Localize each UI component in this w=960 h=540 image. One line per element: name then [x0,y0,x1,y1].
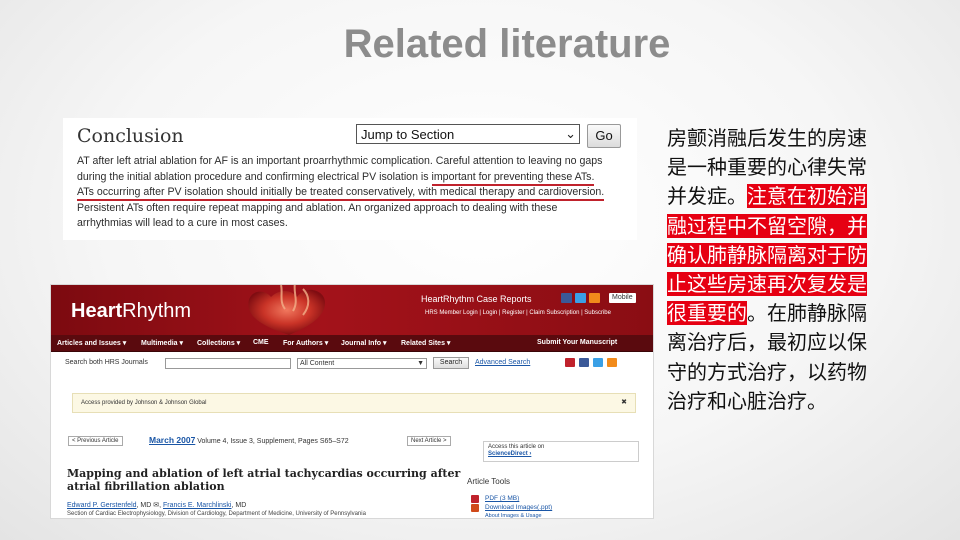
search-input[interactable] [165,358,291,369]
issue-info: March 2007 Volume 4, Issue 3, Supplement… [149,435,349,445]
close-icon[interactable]: ✖ [621,398,627,406]
rss-icon[interactable] [589,293,600,303]
author-link[interactable]: Francis E. Marchlinski [163,502,231,509]
facebook-share-icon[interactable] [579,358,589,367]
download-images-link[interactable]: Download Images(.ppt) [485,504,552,511]
access-notice: Access provided by Johnson & Johnson Glo… [72,393,636,413]
article-tools-heading: Article Tools [467,477,510,486]
summary-line: 很重要的。在肺静脉隔 [667,299,913,328]
summary-text: 离治疗后，最初应以保 [667,330,867,355]
nav-item[interactable]: Articles and Issues ▾ [57,339,126,347]
nav-item[interactable]: Submit Your Manuscript [537,339,617,346]
summary-line: 并发症。注意在初始消 [667,182,913,211]
advanced-search-link[interactable]: Advanced Search [475,359,530,366]
jump-select-value: Jump to Section [361,127,455,142]
summary-text: 。在肺静脉隔 [747,301,867,326]
search-scope-value: All Content [300,360,335,367]
mail-icon[interactable] [565,358,575,367]
conclusion-line: ATs occurring after PV isolation should … [77,185,633,201]
issue-date-link[interactable]: March 2007 [149,435,195,445]
logo-bold: Heart [71,300,123,322]
conclusion-text: Persistent ATs often require repeat mapp… [77,201,558,214]
nav-item[interactable]: CME [253,339,269,346]
search-bar: Search both HRS Journals All Content ▼ S… [51,353,653,373]
journal-nav: Articles and Issues ▾ Multimedia ▾ Collect… [51,335,653,352]
author-link[interactable]: Edward P. Gerstenfeld [67,502,137,509]
article-authors: Edward P. Gerstenfeld, MD ✉, Francis E. … [67,502,247,509]
summary-line: 确认肺静脉隔离对于防 [667,241,913,270]
next-article-button[interactable]: Next Article > [407,436,451,446]
summary-text: 治疗和心脏治疗。 [667,388,827,413]
mobile-button[interactable]: Mobile [609,293,636,303]
conclusion-text: AT after left atrial ablation for AF is … [77,155,603,167]
nav-item[interactable]: Multimedia ▾ [141,339,183,347]
search-scope-select[interactable]: All Content ▼ [297,358,427,369]
summary-line: 止这些房速再次复发是 [667,270,913,299]
conclusion-line: arrhythmias will lead to a cure in most … [77,216,633,232]
issue-details: Volume 4, Issue 3, Supplement, Pages S65… [195,438,349,445]
go-button[interactable]: Go [587,124,621,148]
pdf-icon [471,495,479,503]
slide-title: Related literature [343,22,671,66]
search-button[interactable]: Search [433,357,469,369]
highlighted-text: 很重要的 [667,301,747,326]
nav-item[interactable]: Related Sites ▾ [401,339,450,347]
search-label: Search both HRS Journals [65,359,148,366]
conclusion-screenshot: Conclusion Jump to Section ⌄ Go AT after… [63,118,637,240]
jump-to-section-select[interactable]: Jump to Section ⌄ [356,124,580,144]
twitter-icon[interactable] [575,293,586,303]
heart-illustration-icon [248,285,325,335]
journal-logo[interactable]: HeartRhythm [71,300,191,323]
conclusion-line: during the initial ablation procedure an… [77,170,633,186]
ppt-icon [471,504,479,512]
summary-text: 守的方式治疗，以药物 [667,359,867,384]
chevron-down-icon: ▼ [417,360,424,367]
sciencedirect-box[interactable]: Access this article on ScienceDirect › [483,441,639,462]
case-reports-link[interactable]: HeartRhythm Case Reports [421,294,532,304]
conclusion-text: during the initial ablation procedure an… [77,170,432,183]
sciencedirect-link[interactable]: ScienceDirect › [488,451,634,458]
underlined-text: ATs occurring after PV isolation should … [77,186,605,201]
nav-item[interactable]: Collections ▾ [197,339,240,347]
sd-prefix: Access this article on [488,444,545,450]
author-suffix: , MD [231,502,247,509]
highlighted-text: 注意在初始消 [747,184,867,209]
chevron-down-icon: ⌄ [565,126,576,141]
summary-text: 是一种重要的心律失常 [667,155,867,180]
logo-rest: Rhythm [122,300,192,322]
nav-item[interactable]: Journal Info ▾ [341,339,387,347]
conclusion-line: AT after left atrial ablation for AF is … [77,154,633,170]
highlighted-text: 确认肺静脉隔离对于防 [667,242,867,267]
conclusion-body: AT after left atrial ablation for AF is … [77,154,633,232]
journal-banner: HeartRhythm HeartRhythm Case Reports Mob… [51,285,653,335]
facebook-icon[interactable] [561,293,572,303]
summary-line: 守的方式治疗，以药物 [667,358,913,387]
previous-article-button[interactable]: < Previous Article [68,436,123,446]
twitter-share-icon[interactable] [593,358,603,367]
summary-line: 融过程中不留空隙，并 [667,212,913,241]
nav-item[interactable]: For Authors ▾ [283,339,328,347]
chinese-summary: 房颤消融后发生的房速 是一种重要的心律失常 并发症。注意在初始消 融过程中不留空隙，并… [667,124,913,416]
access-text: Access provided by Johnson & Johnson Glo… [81,400,207,406]
author-suffix: , MD [136,502,152,509]
highlighted-text: 融过程中不留空隙，并 [667,213,867,238]
conclusion-line: Persistent ATs often require repeat mapp… [77,201,633,217]
highlighted-text: 止这些房速再次复发是 [667,271,867,296]
summary-text: 房颤消融后发生的房速 [667,126,867,150]
about-images-link[interactable]: About Images & Usage [485,513,542,518]
conclusion-text: arrhythmias will lead to a cure in most … [77,217,288,229]
affiliation: Section of Cardiac Electrophysiology, Di… [67,511,366,517]
share-icon[interactable] [607,358,617,367]
summary-line: 是一种重要的心律失常 [667,153,913,182]
summary-line: 房颤消融后发生的房速 [667,124,913,153]
summary-line: 离治疗后，最初应以保 [667,328,913,357]
underlined-text: important for preventing these ATs. [431,170,595,186]
account-links[interactable]: HRS Member Login | Login | Register | Cl… [425,310,649,316]
summary-line: 治疗和心脏治疗。 [667,387,913,416]
journal-screenshot: HeartRhythm HeartRhythm Case Reports Mob… [50,284,654,519]
summary-text: 并发症。 [667,184,747,209]
pdf-link[interactable]: PDF (3 MB) [485,495,519,502]
conclusion-heading: Conclusion [77,125,184,147]
article-title: Mapping and ablation of left atrial tach… [67,467,461,493]
